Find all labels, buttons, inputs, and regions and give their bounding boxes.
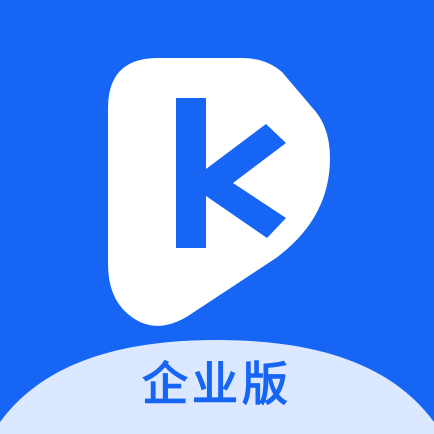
app-icon: 企业版 xyxy=(0,0,434,434)
edition-label: 企业版 xyxy=(142,357,292,411)
